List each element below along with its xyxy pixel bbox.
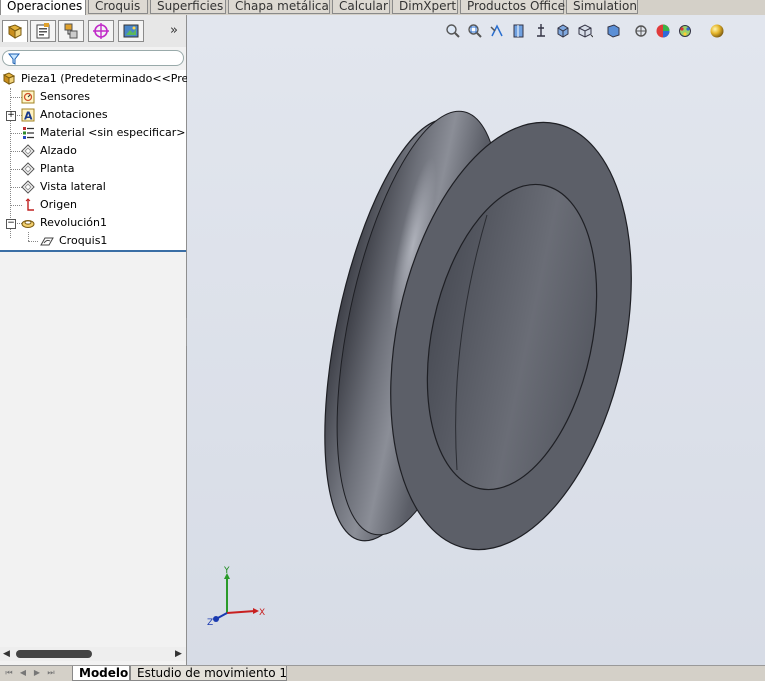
- tab-superficies[interactable]: Superficies: [150, 0, 226, 14]
- tab-estudio-movimiento[interactable]: Estudio de movimiento 1: [130, 666, 287, 681]
- configurationmanager-icon: [64, 23, 78, 39]
- scroll-thumb[interactable]: [16, 650, 92, 658]
- tree-item-label: Anotaciones: [40, 108, 108, 121]
- tab-productos-office[interactable]: Productos Office: [460, 0, 565, 14]
- feature-manager-panel: » Pieza1 (Predeterminado<<Predet + − Sen…: [0, 15, 206, 680]
- tab-modelo[interactable]: Modelo: [72, 666, 130, 681]
- manager-tabs: »: [0, 15, 186, 47]
- tree-guide: [28, 241, 38, 242]
- triad-y-label: Y: [223, 566, 230, 576]
- featuremanager-tree-icon: [7, 23, 23, 39]
- tree-item-label: Origen: [40, 198, 77, 211]
- origin-icon: [25, 198, 34, 211]
- command-manager-tabs: Operaciones Croquis Superficies Chapa me…: [0, 0, 765, 16]
- tree-item-label: Alzado: [40, 144, 77, 157]
- tab-operaciones[interactable]: Operaciones: [0, 0, 86, 16]
- tree-item-label: Sensores: [40, 90, 90, 103]
- bottom-tab-bar: ⏮ ◀ ▶ ⏭ Modelo Estudio de movimiento 1: [0, 665, 765, 681]
- tree-guide: [28, 232, 29, 241]
- dimxpertmanager-tab[interactable]: [88, 20, 114, 42]
- graphics-area[interactable]: Y X Z: [187, 15, 765, 665]
- triad-z-label: Z: [207, 618, 213, 628]
- more-tabs-button[interactable]: »: [170, 23, 178, 38]
- propertymanager-icon: [36, 23, 50, 39]
- sensor-icon: [21, 90, 35, 104]
- scroll-left-arrow[interactable]: ◀: [3, 649, 10, 659]
- tree-filter-input[interactable]: [2, 50, 184, 66]
- dimxpertmanager-icon: [93, 23, 109, 39]
- panel-horizontal-scrollbar[interactable]: ◀ ▶: [0, 647, 186, 661]
- revolve-icon: [21, 220, 35, 228]
- tab-simulation[interactable]: Simulation: [566, 0, 638, 14]
- annotation-icon: A: [21, 108, 35, 122]
- coordinate-triad: Y X Z: [207, 566, 265, 628]
- root-label: Pieza1 (Predeterminado<<Predet: [21, 72, 207, 85]
- next-tab-button[interactable]: ▶: [32, 668, 42, 678]
- material-icon: [23, 127, 34, 139]
- triad-x-label: X: [259, 608, 265, 618]
- propertymanager-tab[interactable]: [30, 20, 56, 42]
- configurationmanager-tab[interactable]: [58, 20, 84, 42]
- tree-root-part[interactable]: Pieza1 (Predeterminado<<Predet: [2, 70, 206, 88]
- scroll-right-arrow[interactable]: ▶: [175, 649, 182, 659]
- tree-item-label: Croquis1: [59, 234, 108, 247]
- display-manager-icon: [123, 24, 139, 38]
- feature-tree: Pieza1 (Predeterminado<<Predet + − Senso…: [0, 70, 206, 252]
- tab-calcular[interactable]: Calcular: [332, 0, 390, 14]
- display-manager-tab[interactable]: [118, 20, 144, 42]
- plane-icon: [21, 162, 35, 176]
- collapse-toggle-revolucion1[interactable]: −: [6, 219, 16, 229]
- first-tab-button[interactable]: ⏮: [4, 668, 14, 678]
- tree-item-label: Revolución1: [40, 216, 107, 229]
- plane-icon: [21, 180, 35, 194]
- sketch-icon: [40, 237, 54, 246]
- svg-text:A: A: [24, 110, 33, 123]
- tab-croquis[interactable]: Croquis: [88, 0, 148, 14]
- prev-tab-button[interactable]: ◀: [18, 668, 28, 678]
- filter-icon: [8, 53, 20, 65]
- tab-dimxpert[interactable]: DimXpert: [392, 0, 458, 14]
- plane-icon: [21, 144, 35, 158]
- tab-chapa-metalica[interactable]: Chapa metálica: [228, 0, 330, 14]
- last-tab-button[interactable]: ⏭: [46, 668, 56, 678]
- expand-toggle-anotaciones[interactable]: +: [6, 111, 16, 121]
- tree-item-label: Material <sin especificar>: [40, 126, 186, 139]
- part-icon: [2, 72, 16, 85]
- featuremanager-tree-tab[interactable]: [2, 20, 28, 42]
- tree-item-label: Vista lateral: [40, 180, 106, 193]
- tree-item-label: Planta: [40, 162, 75, 175]
